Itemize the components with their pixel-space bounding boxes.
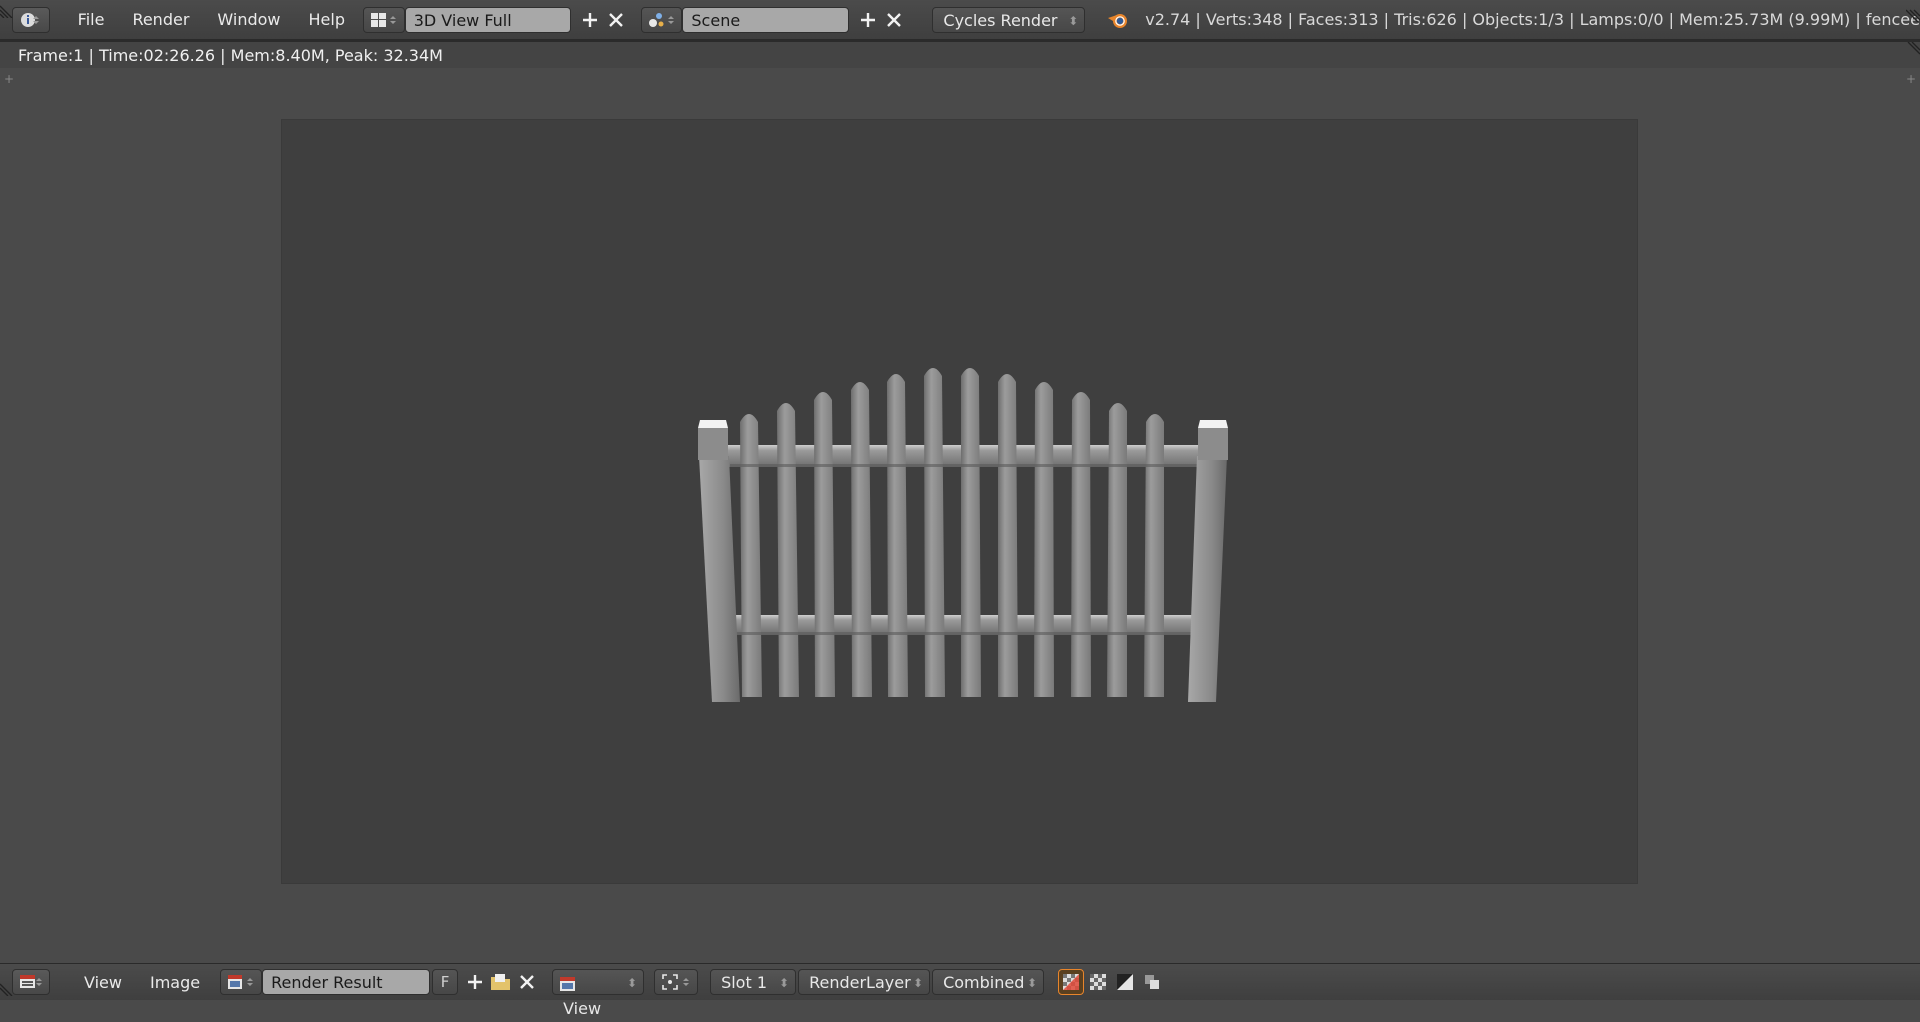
overlap-icon — [1145, 975, 1160, 989]
render-pass-dropdown[interactable]: Combined — [932, 969, 1045, 996]
render-result-image[interactable] — [282, 120, 1637, 883]
scene-statistics: v2.74 | Verts:348 | Faces:313 | Tris:626… — [1145, 10, 1920, 29]
render-slot-dropdown[interactable]: Slot 1 — [710, 969, 797, 996]
color-alpha-icon — [1063, 974, 1080, 990]
image-editor-viewport[interactable]: + + — [0, 70, 1920, 963]
image-browse-button[interactable] — [220, 969, 263, 995]
image-view-icon — [560, 976, 576, 991]
unlink-image-button[interactable] — [514, 969, 540, 995]
area-corner-icon[interactable] — [1906, 8, 1920, 22]
snap-toggle-button[interactable] — [654, 969, 699, 995]
z-buffer-toggle[interactable] — [1113, 970, 1137, 994]
editor-type-button[interactable] — [12, 6, 50, 33]
display-mode-toggle[interactable] — [1140, 970, 1164, 994]
blender-logo-icon — [1107, 9, 1131, 31]
fence-pickets — [740, 368, 1164, 697]
menu-image[interactable]: Image — [136, 973, 214, 992]
close-icon — [520, 975, 534, 989]
top-header: File Render Window Help 3D View Full Sce… — [0, 0, 1920, 40]
menu-window[interactable]: Window — [203, 10, 294, 29]
layout-icon — [370, 12, 396, 27]
view-mode-dropdown[interactable]: View — [552, 969, 645, 1018]
zbuffer-icon — [1117, 974, 1134, 990]
menu-view[interactable]: View — [70, 973, 136, 992]
close-icon — [608, 12, 623, 27]
folder-icon — [491, 974, 511, 990]
image-editor-header: View Image Render Result F View Slot 1 R… — [0, 963, 1920, 1018]
render-info-line: Frame:1 | Time:02:26.26 | Mem:8.40M, Pea… — [0, 40, 1920, 68]
area-corner-icon[interactable] — [1906, 42, 1920, 56]
picket-fence-render — [698, 368, 1228, 702]
scene-browse-button[interactable] — [640, 6, 683, 33]
view-mode-label: View — [563, 999, 602, 1018]
screen-layout-browse-button[interactable] — [362, 6, 405, 33]
info-icon — [20, 12, 39, 27]
render-engine-dropdown[interactable]: Cycles Render — [932, 6, 1086, 34]
area-corner-icon[interactable] — [0, 4, 14, 18]
menu-render[interactable]: Render — [118, 10, 203, 29]
snap-icon — [662, 974, 690, 990]
plus-icon — [468, 975, 483, 989]
image-editor-icon — [20, 975, 42, 988]
region-expand-icon[interactable]: + — [2, 72, 16, 86]
delete-screen-button[interactable] — [603, 7, 629, 33]
menu-file[interactable]: File — [64, 10, 119, 29]
render-info-text: Frame:1 | Time:02:26.26 | Mem:8.40M, Pea… — [18, 45, 443, 65]
scene-icon — [648, 12, 674, 27]
plus-icon — [860, 12, 875, 27]
add-scene-button[interactable] — [855, 7, 881, 33]
delete-scene-button[interactable] — [881, 7, 907, 33]
image-icon — [228, 975, 254, 989]
area-corner-icon[interactable] — [0, 982, 14, 996]
menu-help[interactable]: Help — [295, 10, 359, 29]
add-screen-button[interactable] — [577, 7, 603, 33]
checker-icon — [1090, 974, 1107, 990]
alpha-toggle[interactable] — [1086, 970, 1110, 994]
screen-layout-name-field[interactable]: 3D View Full — [404, 6, 572, 33]
scene-name-field[interactable]: Scene — [682, 6, 849, 33]
image-name-field[interactable]: Render Result — [262, 969, 431, 995]
display-channels-group — [1056, 969, 1164, 995]
editor-type-button[interactable] — [12, 969, 50, 995]
fake-user-toggle[interactable]: F — [432, 969, 459, 995]
new-image-button[interactable] — [462, 969, 488, 995]
region-expand-icon[interactable]: + — [1904, 72, 1918, 86]
render-layer-dropdown[interactable]: RenderLayer — [798, 969, 931, 996]
color-alpha-toggle[interactable] — [1058, 969, 1085, 995]
plus-icon — [583, 12, 598, 27]
open-image-button[interactable] — [488, 969, 514, 995]
close-icon — [886, 12, 901, 27]
